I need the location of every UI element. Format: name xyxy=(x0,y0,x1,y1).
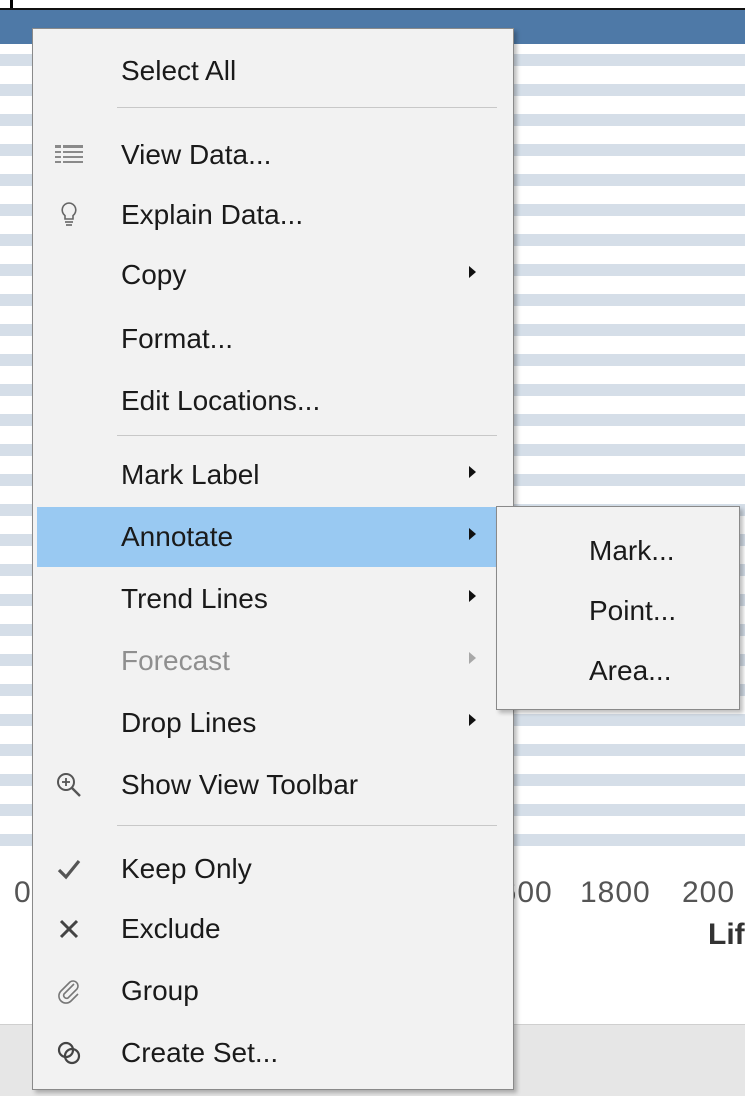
x-icon xyxy=(51,911,87,947)
venn-circles-icon xyxy=(51,1035,87,1071)
zoom-plus-icon xyxy=(51,767,87,803)
menu-item-copy[interactable]: Copy xyxy=(37,245,497,305)
menu-item-label: Mark Label xyxy=(121,459,260,490)
menu-item-format[interactable]: Format... xyxy=(37,309,497,369)
menu-item-forecast: Forecast xyxy=(37,631,497,691)
submenu-item-label: Area... xyxy=(589,655,672,686)
menu-item-drop-lines[interactable]: Drop Lines xyxy=(37,693,497,753)
x-axis-tick: 0 xyxy=(14,876,32,909)
submenu-arrow-icon xyxy=(469,652,476,664)
x-axis-tick: 1800 xyxy=(580,876,651,909)
menu-item-explain-data[interactable]: Explain Data... xyxy=(37,185,497,245)
menu-item-label: Copy xyxy=(121,259,187,290)
menu-item-label: View Data... xyxy=(121,139,272,170)
menu-item-label: Explain Data... xyxy=(121,199,304,230)
menu-item-edit-locations[interactable]: Edit Locations... xyxy=(37,371,497,431)
menu-item-label: Drop Lines xyxy=(121,707,257,738)
submenu-arrow-icon xyxy=(469,528,476,540)
menu-item-trend-lines[interactable]: Trend Lines xyxy=(37,569,497,629)
top-strip xyxy=(0,0,745,8)
submenu-item-mark[interactable]: Mark... xyxy=(497,521,739,581)
checkmark-icon xyxy=(51,851,87,887)
menu-item-label: Create Set... xyxy=(121,1037,279,1068)
submenu-arrow-icon xyxy=(469,466,476,478)
menu-item-group[interactable]: Group xyxy=(37,961,497,1021)
menu-item-view-data[interactable]: View Data... xyxy=(37,125,497,185)
menu-item-mark-label[interactable]: Mark Label xyxy=(37,445,497,505)
submenu-item-point[interactable]: Point... xyxy=(497,581,739,641)
menu-item-label: Edit Locations... xyxy=(121,385,321,416)
menu-item-label: Format... xyxy=(121,323,234,354)
submenu-item-label: Point... xyxy=(589,595,677,626)
submenu-arrow-icon xyxy=(469,590,476,602)
top-edge-glyph xyxy=(10,0,20,8)
submenu-item-label: Mark... xyxy=(589,535,675,566)
context-menu: Select All View Data... Explain Data... … xyxy=(32,28,514,1090)
menu-item-keep-only[interactable]: Keep Only xyxy=(37,839,497,899)
x-axis-title: Lif xyxy=(708,918,745,951)
menu-item-label: Keep Only xyxy=(121,853,252,884)
lightbulb-icon xyxy=(51,197,87,233)
menu-item-label: Select All xyxy=(121,55,237,86)
submenu-item-area[interactable]: Area... xyxy=(497,641,739,701)
menu-separator xyxy=(117,107,497,108)
x-axis-tick: 200 xyxy=(682,876,736,909)
annotate-submenu: Mark... Point... Area... xyxy=(496,506,740,710)
menu-item-exclude[interactable]: Exclude xyxy=(37,899,497,959)
menu-item-label: Show View Toolbar xyxy=(121,769,359,800)
menu-item-label: Annotate xyxy=(121,521,234,552)
submenu-arrow-icon xyxy=(469,266,476,278)
submenu-arrow-icon xyxy=(469,714,476,726)
menu-item-label: Exclude xyxy=(121,913,221,944)
menu-item-annotate[interactable]: Annotate xyxy=(37,507,497,567)
menu-item-label: Group xyxy=(121,975,199,1006)
menu-item-show-view-toolbar[interactable]: Show View Toolbar xyxy=(37,755,497,815)
menu-item-select-all[interactable]: Select All xyxy=(37,41,497,101)
paperclip-icon xyxy=(51,973,87,1009)
menu-item-label: Forecast xyxy=(121,645,230,676)
menu-separator xyxy=(117,825,497,826)
menu-item-create-set[interactable]: Create Set... xyxy=(37,1023,497,1083)
menu-separator xyxy=(117,435,497,436)
menu-item-label: Trend Lines xyxy=(121,583,268,614)
table-grid-icon xyxy=(51,137,87,173)
